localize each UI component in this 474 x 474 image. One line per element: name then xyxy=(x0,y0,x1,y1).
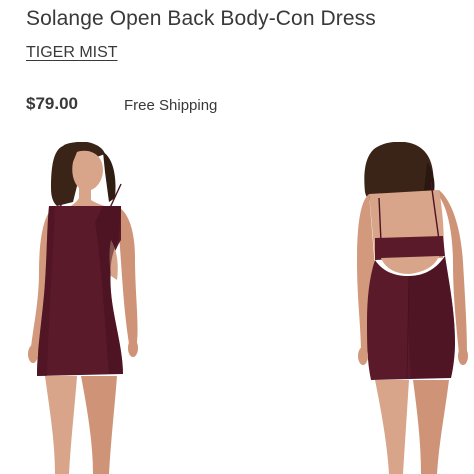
product-image-front[interactable] xyxy=(25,142,157,474)
shipping-info: Free Shipping xyxy=(124,97,218,114)
product-image-back[interactable] xyxy=(335,142,474,474)
product-image-back-drawing xyxy=(357,142,468,474)
product-title: Solange Open Back Body-Con Dress xyxy=(26,7,376,30)
product-price: $79.00 xyxy=(26,94,78,113)
brand-link[interactable]: TIGER MIST xyxy=(26,43,118,63)
product-page: Solange Open Back Body-Con Dress TIGER M… xyxy=(0,0,474,474)
product-image-front-drawing xyxy=(28,142,138,474)
